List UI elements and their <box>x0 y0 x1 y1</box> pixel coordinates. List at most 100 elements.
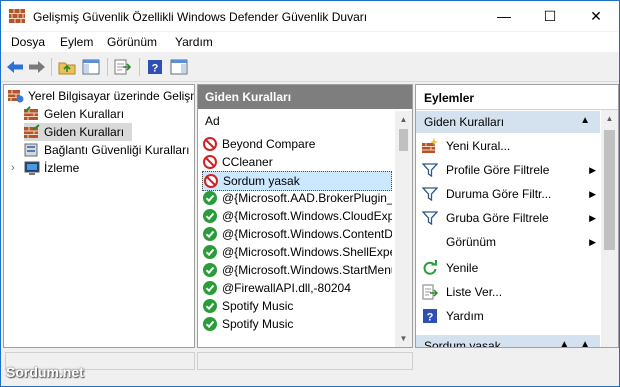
title-bar[interactable]: Gelişmiş Güvenlik Özellikli Windows Defe… <box>1 1 619 31</box>
show-action-pane-icon[interactable] <box>169 57 189 77</box>
back-icon[interactable] <box>5 57 25 77</box>
filter-icon <box>422 187 438 202</box>
action-label: Profile Göre Filtrele <box>446 163 550 177</box>
submenu-arrow-icon: ▶ <box>589 236 596 247</box>
export-list-icon[interactable] <box>113 57 133 77</box>
action-help[interactable]: ? Yardım <box>422 305 598 327</box>
rule-name: @{Microsoft.Windows.ContentD <box>222 227 392 241</box>
firewall-window: Gelişmiş Güvenlik Özellikli Windows Defe… <box>0 0 620 387</box>
rule-row[interactable]: @{Microsoft.Windows.StartMenu <box>202 261 392 279</box>
filter-icon <box>422 211 438 226</box>
minimize-button[interactable]: — <box>481 1 527 31</box>
rule-name: @{Microsoft.Windows.CloudExp <box>222 209 392 223</box>
rules-vertical-scrollbar[interactable]: ▲ ▼ <box>395 111 412 347</box>
rule-name: Spotify Music <box>222 299 294 313</box>
action-view[interactable]: Görünüm ▶ <box>422 231 598 253</box>
action-label: Gruba Göre Filtrele <box>446 211 549 225</box>
toolbar-separator <box>107 58 108 76</box>
rules-pane-title: Giden Kuralları <box>205 90 292 104</box>
rule-row-selected[interactable]: Sordum yasak <box>202 171 392 191</box>
actions-header: Eylemler <box>416 85 618 110</box>
action-filter-group[interactable]: Gruba Göre Filtrele ▶ <box>422 207 598 229</box>
firewall-computer-icon <box>8 90 24 103</box>
window-title: Gelişmiş Güvenlik Özellikli Windows Defe… <box>33 10 368 24</box>
scroll-thumb[interactable] <box>399 129 408 151</box>
up-folder-icon[interactable] <box>57 57 77 77</box>
maximize-button[interactable]: ☐ <box>527 1 573 31</box>
allowed-check-icon <box>203 281 217 295</box>
collapse-up-icon[interactable]: ▲ <box>580 115 594 126</box>
actions-pane: Eylemler Giden Kuralları ▲ Yeni Kural...… <box>415 84 619 348</box>
tree-item-label: Gelen Kuralları <box>44 107 125 121</box>
menu-yardim[interactable]: Yardım <box>175 35 213 49</box>
rule-row[interactable]: @FirewallAPI.dll,-80204 <box>202 279 392 297</box>
menu-dosya[interactable]: Dosya <box>11 35 45 49</box>
menu-gorunum[interactable]: Görünüm <box>107 35 157 49</box>
rule-row[interactable]: Beyond Compare <box>202 135 392 153</box>
refresh-icon <box>423 260 437 275</box>
rule-name: @{Microsoft.AAD.BrokerPlugin_1 <box>222 191 392 205</box>
tree-item-inbound[interactable]: Gelen Kuralları <box>24 105 124 123</box>
allowed-check-icon <box>203 317 217 331</box>
actions-title: Eylemler <box>424 91 475 105</box>
close-button[interactable]: ✕ <box>573 1 619 31</box>
rule-row[interactable]: @{Microsoft.Windows.ContentD <box>202 225 392 243</box>
scroll-thumb[interactable] <box>604 130 615 250</box>
svg-text:?: ? <box>152 63 159 75</box>
rule-name: Beyond Compare <box>222 137 316 151</box>
allowed-check-icon <box>203 263 217 277</box>
rule-row[interactable]: @{Microsoft.Windows.ShellExpe <box>202 243 392 261</box>
collapse-up-icon[interactable]: ▲ ▲ <box>559 339 594 347</box>
filter-icon <box>422 163 438 178</box>
actions-section-title: Sordum yasak <box>424 339 501 348</box>
rule-row[interactable]: @{Microsoft.AAD.BrokerPlugin_1 <box>202 189 392 207</box>
action-label: Yeni Kural... <box>446 139 511 153</box>
action-label: Yenile <box>446 261 479 275</box>
scroll-up-icon[interactable]: ▲ <box>395 111 412 128</box>
scroll-down-icon[interactable]: ▼ <box>395 330 412 347</box>
rule-name: Spotify Music <box>222 317 294 331</box>
action-export-list[interactable]: Liste Ver... <box>422 281 598 303</box>
action-new-rule[interactable]: Yeni Kural... <box>422 135 598 157</box>
actions-vertical-scrollbar[interactable]: ▲ <box>601 110 618 347</box>
tree-item-monitoring[interactable]: İzleme <box>24 159 79 177</box>
rule-name: Sordum yasak <box>223 174 300 188</box>
menu-eylem[interactable]: Eylem <box>60 35 93 49</box>
expand-chevron-icon[interactable]: › <box>11 162 15 174</box>
rule-row[interactable]: @{Microsoft.Windows.CloudExp <box>202 207 392 225</box>
rule-row[interactable]: Spotify Music <box>202 297 392 315</box>
show-hide-tree-icon[interactable] <box>81 57 101 77</box>
help-icon[interactable]: ? <box>145 57 165 77</box>
rule-row[interactable]: Spotify Music <box>202 315 392 333</box>
firewall-brick-icon <box>9 9 25 23</box>
rules-pane-header: Giden Kuralları <box>198 85 412 109</box>
tree-root-label: Yerel Bilgisayar üzerinde Gelişm <box>28 89 195 103</box>
toolbar: ? <box>1 53 619 82</box>
tree-item-connection-security[interactable]: Bağlantı Güvenliği Kuralları <box>24 141 189 159</box>
action-label: Yardım <box>446 309 484 323</box>
blocked-icon <box>203 155 217 169</box>
menu-bar: Dosya Eylem Görünüm Yardım <box>1 32 619 52</box>
tree-item-label: Bağlantı Güvenliği Kuralları <box>44 143 190 157</box>
action-refresh[interactable]: Yenile <box>422 257 598 279</box>
tree-item-label: İzleme <box>44 161 80 175</box>
tree-item-outbound[interactable]: Giden Kuralları <box>24 123 132 141</box>
allowed-check-icon <box>203 227 217 241</box>
scroll-up-icon[interactable]: ▲ <box>601 110 618 127</box>
status-segment <box>197 352 413 370</box>
tree-root[interactable]: Yerel Bilgisayar üzerinde Gelişm <box>8 87 195 105</box>
action-filter-profile[interactable]: Profile Göre Filtrele ▶ <box>422 159 598 181</box>
forward-icon[interactable] <box>27 57 47 77</box>
column-header-name[interactable]: Ad <box>198 111 394 131</box>
action-filter-state[interactable]: Duruma Göre Filtr... ▶ <box>422 183 598 205</box>
submenu-arrow-icon: ▶ <box>589 164 596 175</box>
column-header-label: Ad <box>205 114 220 128</box>
actions-section-selected-rule[interactable]: Sordum yasak ▲ ▲ <box>416 335 600 348</box>
submenu-arrow-icon: ▶ <box>589 212 596 223</box>
export-list-icon <box>422 284 438 300</box>
allowed-check-icon <box>203 299 217 313</box>
rule-row[interactable]: CCleaner <box>202 153 392 171</box>
action-label: Liste Ver... <box>446 285 503 299</box>
allowed-check-icon <box>203 245 217 259</box>
actions-section-outbound[interactable]: Giden Kuralları ▲ <box>416 111 600 133</box>
